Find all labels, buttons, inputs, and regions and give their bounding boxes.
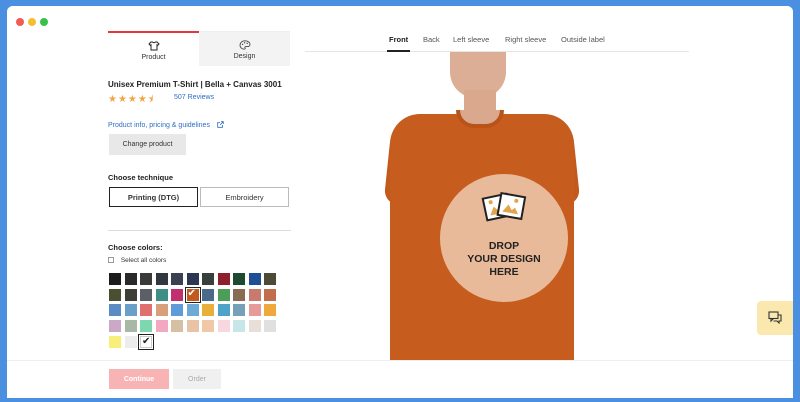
color-swatch[interactable]	[140, 273, 152, 285]
image-upload-icon	[481, 191, 527, 222]
color-swatch[interactable]	[171, 320, 183, 333]
drop-text-line-3: HERE	[489, 266, 519, 278]
color-swatch[interactable]: ✔	[184, 286, 201, 303]
color-swatch[interactable]	[124, 304, 137, 317]
view-tab-right-sleeve[interactable]: Right sleeve	[505, 35, 546, 44]
color-swatch[interactable]	[248, 320, 261, 333]
color-swatch[interactable]	[186, 320, 199, 333]
browser-window: Product Design Unisex Premium T-Shirt | …	[7, 6, 793, 398]
color-swatch[interactable]	[155, 320, 168, 333]
close-window-button[interactable]	[16, 18, 24, 26]
color-swatch[interactable]	[202, 320, 214, 333]
color-swatch[interactable]	[140, 320, 152, 333]
check-icon: ✔	[187, 287, 196, 299]
color-swatch[interactable]	[124, 288, 137, 301]
tab-design-label: Design	[233, 53, 256, 60]
color-swatch[interactable]	[202, 288, 214, 301]
product-info-link[interactable]: Product info, pricing & guidelines	[108, 121, 224, 129]
color-swatch[interactable]	[171, 273, 183, 285]
tab-product-label: Product	[141, 54, 166, 61]
color-swatch[interactable]	[109, 320, 121, 333]
select-all-colors[interactable]: Select all colors	[108, 257, 166, 264]
color-swatch[interactable]	[186, 273, 199, 285]
view-tab-back[interactable]: Back	[423, 35, 440, 44]
product-info-link-label: Product info, pricing & guidelines	[108, 122, 210, 129]
color-swatch[interactable]	[109, 304, 121, 317]
maximize-window-button[interactable]	[40, 18, 48, 26]
color-swatch[interactable]	[264, 273, 276, 285]
color-swatch[interactable]	[217, 320, 230, 333]
technique-dtg-button[interactable]: Printing (DTG)	[109, 187, 198, 207]
color-swatch[interactable]	[124, 335, 137, 348]
palette-icon	[239, 40, 250, 50]
color-swatch[interactable]	[109, 273, 121, 285]
select-all-label: Select all colors	[120, 257, 167, 264]
color-swatch[interactable]	[264, 288, 276, 301]
color-swatch[interactable]	[186, 304, 199, 317]
editor-tabs: Product Design	[108, 31, 291, 66]
view-tab-outside-label[interactable]: Outside label	[561, 35, 605, 44]
product-title: Unisex Premium T-Shirt | Bella + Canvas …	[108, 80, 282, 89]
color-swatch[interactable]	[109, 288, 121, 301]
color-swatch[interactable]	[140, 288, 152, 301]
tab-design[interactable]: Design	[199, 31, 290, 66]
technique-embroidery-button[interactable]: Embroidery	[200, 187, 289, 207]
color-swatch[interactable]	[171, 304, 183, 317]
color-swatch[interactable]	[124, 273, 137, 285]
color-swatch[interactable]	[140, 304, 152, 317]
chat-icon	[768, 311, 782, 324]
view-tabs: Front Back Left sleeve Right sleeve Outs…	[305, 32, 689, 52]
drop-design-text: DROP YOUR DESIGN HERE	[440, 240, 568, 279]
color-swatch[interactable]: ✔	[138, 333, 154, 350]
color-swatch[interactable]	[155, 288, 168, 301]
drop-text-line-2: YOUR DESIGN	[467, 253, 541, 265]
change-product-button[interactable]: Change product	[109, 134, 186, 155]
color-swatch[interactable]	[155, 304, 168, 317]
color-swatch[interactable]	[233, 320, 245, 333]
color-swatch[interactable]	[171, 288, 183, 301]
tshirt-mockup: DROP YOUR DESIGN HERE	[352, 52, 592, 360]
reviews-link[interactable]: 507 Reviews	[174, 94, 214, 101]
color-swatch[interactable]	[233, 273, 245, 285]
tab-product[interactable]: Product	[108, 31, 199, 66]
minimize-window-button[interactable]	[28, 18, 36, 26]
tshirt-icon	[147, 41, 160, 51]
bottom-action-bar: Continue Order	[7, 360, 793, 398]
external-link-icon	[217, 121, 224, 128]
color-swatch[interactable]	[233, 288, 245, 301]
color-swatch[interactable]	[109, 335, 121, 348]
colors-heading: Choose colors:	[108, 243, 163, 252]
color-swatch[interactable]	[264, 304, 276, 317]
color-swatch[interactable]	[217, 304, 230, 317]
view-tab-front[interactable]: Front	[386, 35, 411, 52]
color-swatch[interactable]	[248, 304, 261, 317]
color-swatch[interactable]	[217, 273, 230, 285]
color-swatch[interactable]	[155, 273, 168, 285]
color-swatch[interactable]	[217, 288, 230, 301]
rating-stars: ★★★★⯨	[108, 94, 155, 105]
select-all-checkbox[interactable]	[108, 257, 114, 263]
title-bar	[7, 6, 793, 32]
color-swatch[interactable]	[202, 273, 214, 285]
section-divider	[108, 230, 291, 231]
order-button[interactable]: Order	[173, 369, 221, 389]
color-swatch[interactable]	[233, 304, 245, 317]
technique-heading: Choose technique	[108, 173, 174, 182]
color-swatch[interactable]	[202, 304, 214, 317]
continue-button[interactable]: Continue	[109, 369, 169, 389]
color-swatch[interactable]	[264, 320, 276, 333]
design-drop-zone[interactable]: DROP YOUR DESIGN HERE	[440, 174, 568, 302]
color-swatch[interactable]	[248, 288, 261, 301]
color-swatch[interactable]	[248, 273, 261, 285]
drop-text-line-1: DROP	[488, 240, 520, 252]
chat-button[interactable]	[757, 301, 793, 335]
view-tab-left-sleeve[interactable]: Left sleeve	[453, 35, 489, 44]
check-icon: ✔	[142, 335, 151, 347]
color-swatch[interactable]	[124, 320, 137, 333]
